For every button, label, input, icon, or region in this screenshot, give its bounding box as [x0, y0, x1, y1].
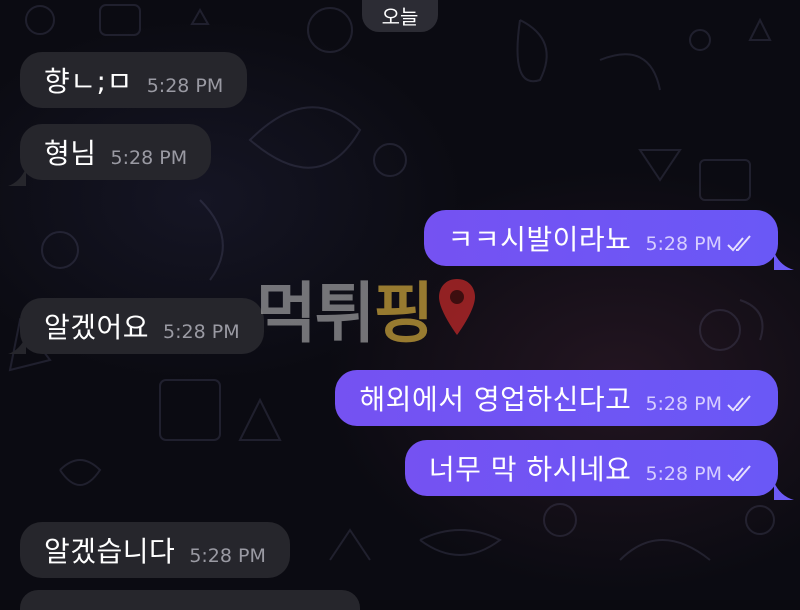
message-time: 5:28 PM: [645, 393, 722, 415]
message-time: 5:28 PM: [163, 321, 240, 343]
message-text: 형님: [44, 137, 97, 170]
bubble-tail: [774, 252, 794, 270]
message-bubble-outgoing[interactable]: ㅋㅋ시발이라뇨 5:28 PM: [423, 210, 778, 266]
message-time: 5:28 PM: [146, 75, 224, 97]
message-bubble-outgoing[interactable]: 해외에서 영업하신다고 5:28 PM: [335, 370, 778, 426]
message-bubble-incoming[interactable]: 향ㄴ;ㅁ 5:28 PM: [20, 52, 248, 108]
message-time: 5:28 PM: [189, 545, 266, 567]
map-pin-icon: [439, 279, 476, 335]
message-bubble-outgoing[interactable]: 너무 막 하시네요 5:28 PM: [404, 440, 778, 496]
message-bubble-incoming-partial[interactable]: [20, 590, 360, 610]
double-check-icon: [727, 235, 751, 252]
message-text: 향ㄴ;ㅁ: [44, 65, 133, 98]
message-text: 알겠습니다: [44, 535, 176, 568]
message-time: 5:28 PM: [645, 233, 722, 255]
message-text: 너무 막 하시네요: [428, 453, 632, 486]
bubble-tail: [8, 336, 26, 354]
message-time: 5:28 PM: [645, 463, 722, 485]
message-text: 알겠어요: [44, 311, 150, 344]
message-bubble-incoming[interactable]: 알겠어요 5:28 PM: [20, 298, 264, 354]
double-check-icon: [727, 465, 751, 482]
message-bubble-incoming[interactable]: 알겠습니다 5:28 PM: [20, 522, 290, 578]
bubble-tail: [774, 482, 794, 500]
bubble-tail: [8, 168, 26, 186]
watermark-text: 먹튀핑: [256, 275, 434, 352]
date-divider: 오늘: [362, 0, 438, 32]
message-text: ㅋㅋ시발이라뇨: [447, 223, 632, 256]
message-bubble-incoming[interactable]: 형님 5:28 PM: [20, 124, 212, 180]
watermark-logo: 먹튀핑: [256, 272, 478, 352]
message-text: 해외에서 영업하신다고: [359, 383, 632, 416]
message-time: 5:28 PM: [110, 147, 188, 169]
double-check-icon: [727, 395, 751, 412]
